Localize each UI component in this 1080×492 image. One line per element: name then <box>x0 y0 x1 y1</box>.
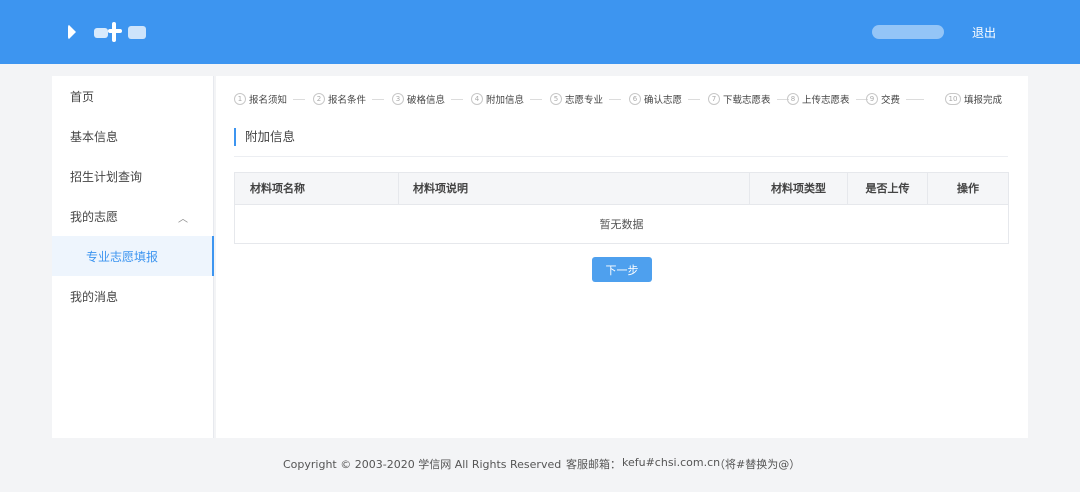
step-10[interactable]: 10 填报完成 <box>945 92 1002 106</box>
logout-link[interactable]: 退出 <box>972 24 996 41</box>
next-step-button[interactable]: 下一步 <box>592 257 652 282</box>
column-header-material-desc: 材料项说明 <box>399 173 750 205</box>
top-header: 退出 <box>0 0 1080 64</box>
sidebar-item-enrollment-plan[interactable]: 招生计划查询 <box>52 156 214 196</box>
main-panel: 1 报名须知 2 报名条件 3 破格信息 4 附加信息 5 志愿专业 6 确认志… <box>216 76 1028 438</box>
logo-glyph <box>108 29 122 33</box>
step-connector <box>688 98 701 100</box>
step-connector <box>609 98 622 100</box>
step-label: 下载志愿表 <box>723 95 771 106</box>
step-label: 填报完成 <box>964 95 1003 106</box>
step-number: 8 <box>787 93 799 105</box>
step-number: 6 <box>629 93 641 105</box>
section-title: 附加信息 <box>234 128 295 146</box>
step-connector <box>372 98 385 100</box>
chevron-up-icon[interactable]: ︿ <box>178 210 188 225</box>
column-header-uploaded: 是否上传 <box>848 173 928 205</box>
step-progress: 1 报名须知 2 报名条件 3 破格信息 4 附加信息 5 志愿专业 6 确认志… <box>234 92 1014 108</box>
step-8[interactable]: 8 上传志愿表 <box>787 92 868 106</box>
step-label: 交费 <box>881 95 901 106</box>
step-connector <box>293 98 306 100</box>
sidebar-item-label: 我的志愿 <box>70 209 119 224</box>
user-name-blurred <box>872 25 944 39</box>
step-label: 上传志愿表 <box>802 95 850 106</box>
step-number: 4 <box>471 93 483 105</box>
logo-glyph <box>128 26 146 39</box>
step-number: 5 <box>550 93 562 105</box>
step-label: 报名须知 <box>249 95 288 106</box>
step-connector <box>530 98 543 100</box>
footer-mail-label: 客服邮箱： <box>566 458 621 471</box>
step-connector <box>906 98 925 100</box>
site-logo[interactable] <box>66 20 148 44</box>
sidebar-item-home[interactable]: 首页 <box>52 76 214 116</box>
step-label: 报名条件 <box>328 95 367 106</box>
footer-copyright: Copyright © 2003-2020 学信网 All Rights Res… <box>283 458 562 471</box>
step-label: 志愿专业 <box>565 95 604 106</box>
sidebar-item-label: 专业志愿填报 <box>86 249 159 264</box>
sidebar-nav: 首页 基本信息 招生计划查询 我的志愿 ︿ 专业志愿填报 我的消息 <box>52 76 214 438</box>
page-footer: Copyright © 2003-2020 学信网 All Rights Res… <box>0 456 1080 472</box>
step-number: 9 <box>866 93 878 105</box>
sidebar-item-label: 招生计划查询 <box>70 169 143 184</box>
sidebar-item-my-application[interactable]: 我的志愿 ︿ <box>52 196 214 236</box>
step-label: 破格信息 <box>407 95 446 106</box>
step-1[interactable]: 1 报名须知 <box>234 92 306 106</box>
step-7[interactable]: 7 下载志愿表 <box>708 92 789 106</box>
sidebar-item-label: 基本信息 <box>70 129 119 144</box>
step-number: 2 <box>313 93 325 105</box>
footer-mail-note: （将#替换为@） <box>714 458 801 471</box>
column-header-material-name: 材料项名称 <box>235 173 399 205</box>
step-number: 7 <box>708 93 720 105</box>
step-label: 附加信息 <box>486 95 525 106</box>
step-4[interactable]: 4 附加信息 <box>471 92 543 106</box>
table-empty-state: 暂无数据 <box>599 218 644 231</box>
sidebar-item-label: 首页 <box>70 89 95 104</box>
step-number: 1 <box>234 93 246 105</box>
step-5[interactable]: 5 志愿专业 <box>550 92 622 106</box>
sidebar-item-my-messages[interactable]: 我的消息 <box>52 276 214 316</box>
step-9[interactable]: 9 交费 <box>866 92 925 106</box>
column-header-material-type: 材料项类型 <box>750 173 848 205</box>
sidebar-item-major-application[interactable]: 专业志愿填报 <box>52 236 214 276</box>
logo-glyph <box>94 28 108 38</box>
section-divider <box>234 156 1008 157</box>
footer-mail: kefu#chsi.com.cn <box>622 456 721 469</box>
materials-table: 材料项名称 材料项说明 材料项类型 是否上传 操作 暂无数据 <box>234 172 1009 244</box>
sidebar-item-basic-info[interactable]: 基本信息 <box>52 116 214 156</box>
logo-mark-icon <box>68 24 76 40</box>
sidebar-item-label: 我的消息 <box>70 289 119 304</box>
step-label: 确认志愿 <box>644 95 683 106</box>
table-header: 材料项名称 材料项说明 材料项类型 是否上传 操作 <box>235 173 1008 205</box>
step-2[interactable]: 2 报名条件 <box>313 92 385 106</box>
step-connector <box>451 98 464 100</box>
step-number: 10 <box>945 93 961 105</box>
column-header-actions: 操作 <box>957 182 979 195</box>
step-number: 3 <box>392 93 404 105</box>
step-3[interactable]: 3 破格信息 <box>392 92 464 106</box>
step-6[interactable]: 6 确认志愿 <box>629 92 701 106</box>
